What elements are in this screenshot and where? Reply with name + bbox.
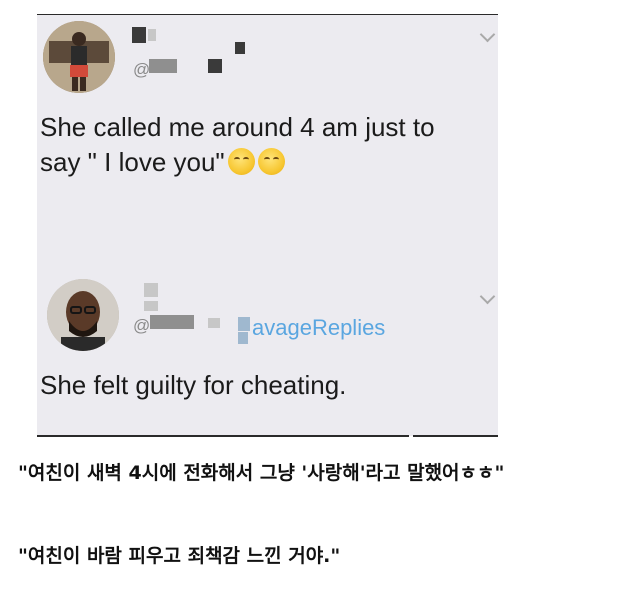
tweet-handle[interactable]: @: [133, 60, 150, 80]
page: @ She called me around 4 am just to say …: [0, 0, 631, 596]
tweet-handle-link[interactable]: avageReplies: [252, 315, 385, 341]
avatar[interactable]: [43, 21, 115, 93]
censor-block: [144, 301, 158, 311]
bottom-border: [413, 435, 498, 437]
chevron-down-icon[interactable]: [479, 288, 496, 305]
censor-block: [149, 59, 177, 73]
tweet-text-line: say " I love you": [40, 145, 435, 180]
person-portrait-icon: [47, 279, 119, 351]
tweet-text: She felt guilty for cheating.: [40, 370, 347, 400]
censor-block: [144, 283, 158, 297]
censor-block: [238, 332, 248, 344]
censor-block: [208, 318, 220, 328]
smiling-face-emoji-icon: [257, 148, 285, 175]
censor-block: [238, 317, 250, 331]
tweet-screenshot: @ She called me around 4 am just to say …: [37, 15, 498, 436]
tweet-text-line: She called me around 4 am just to: [40, 112, 435, 142]
censor-block: [208, 59, 222, 73]
caption-translation-1: "여친이 새벽 4시에 전화해서 그냥 '사랑해'라고 말했어ㅎㅎ": [18, 462, 505, 484]
caption-translation-2: "여친이 바람 피우고 죄책감 느낀 거야.": [18, 545, 341, 567]
censor-block: [132, 27, 146, 43]
censor-block: [148, 29, 156, 41]
chevron-down-icon[interactable]: [479, 26, 496, 43]
tweet-handle[interactable]: @: [133, 316, 150, 336]
person-figure-icon: [43, 21, 115, 93]
censor-block: [150, 315, 194, 329]
avatar[interactable]: [47, 279, 119, 351]
tweet-text: She called me around 4 am just to say " …: [40, 110, 435, 180]
censor-block: [235, 42, 245, 54]
bottom-border: [37, 435, 409, 437]
tweet-text-fragment: say " I love you": [40, 147, 225, 177]
smiling-face-emoji-icon: [227, 148, 255, 175]
